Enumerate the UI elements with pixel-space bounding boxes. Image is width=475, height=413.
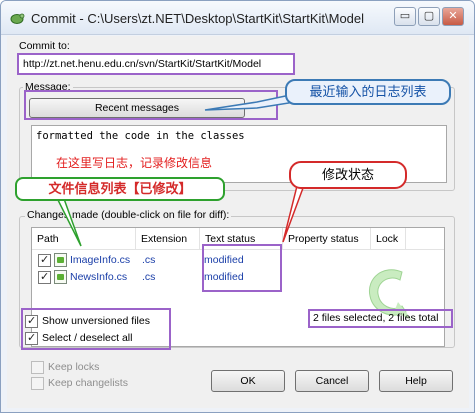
window-title: Commit - C:\Users\zt.NET\Desktop\StartKi… <box>31 11 365 26</box>
file-path: ImageInfo.cs <box>70 254 131 266</box>
column-extension[interactable]: Extension <box>136 228 200 250</box>
keep-changelists-label: Keep changelists <box>48 377 128 389</box>
modify-status-annotation: 修改状态 <box>289 161 407 189</box>
modified-file-icon <box>54 253 67 267</box>
column-lock[interactable]: Lock <box>371 228 406 250</box>
message-hint: 在这里写日志，记录修改信息 <box>56 156 213 170</box>
text-status-highlight <box>202 244 282 292</box>
ok-button[interactable]: OK <box>211 370 285 392</box>
select-deselect-checkbox[interactable] <box>25 331 38 345</box>
selection-status: 2 files selected, 2 files total <box>313 312 439 324</box>
select-deselect-label: Select / deselect all <box>42 332 133 344</box>
file-extension: .cs <box>142 254 156 266</box>
red-callout-arrow <box>282 185 308 243</box>
commit-window: Commit - C:\Users\zt.NET\Desktop\StartKi… <box>0 0 475 413</box>
show-unversioned-label: Show unversioned files <box>42 315 150 327</box>
tortoise-icon <box>10 13 25 24</box>
minimize-button[interactable]: ▭ <box>394 7 416 26</box>
cancel-button[interactable]: Cancel <box>295 370 369 392</box>
keep-locks-label: Keep locks <box>48 361 100 373</box>
green-callout-arrow <box>50 195 82 247</box>
title-bar[interactable]: Commit - C:\Users\zt.NET\Desktop\StartKi… <box>1 1 474 35</box>
help-button[interactable]: Help <box>379 370 453 392</box>
file-path: NewsInfo.cs <box>70 271 128 283</box>
dialog-body: Commit to: http://zt.net.henu.edu.cn/svn… <box>7 36 469 408</box>
commit-to-label: Commit to: <box>19 40 70 52</box>
close-button[interactable]: ✕ <box>442 7 464 26</box>
maximize-button[interactable]: ▢ <box>418 7 440 26</box>
modified-file-icon <box>54 270 67 284</box>
keep-changelists-checkbox[interactable] <box>31 377 44 390</box>
show-unversioned-checkbox[interactable] <box>25 314 38 328</box>
message-text: formatted the code in the classes <box>36 130 245 142</box>
keep-locks-checkbox[interactable] <box>31 361 44 374</box>
file-extension: .cs <box>142 271 156 283</box>
blue-callout-arrow <box>204 93 296 111</box>
commit-url-field[interactable]: http://zt.net.henu.edu.cn/svn/StartKit/S… <box>17 53 295 75</box>
file-list-annotation: 文件信息列表【已修改】 <box>15 177 225 201</box>
file-checkbox[interactable] <box>38 253 51 267</box>
recent-messages-annotation: 最近输入的日志列表 <box>285 79 451 105</box>
file-checkbox[interactable] <box>38 270 51 284</box>
